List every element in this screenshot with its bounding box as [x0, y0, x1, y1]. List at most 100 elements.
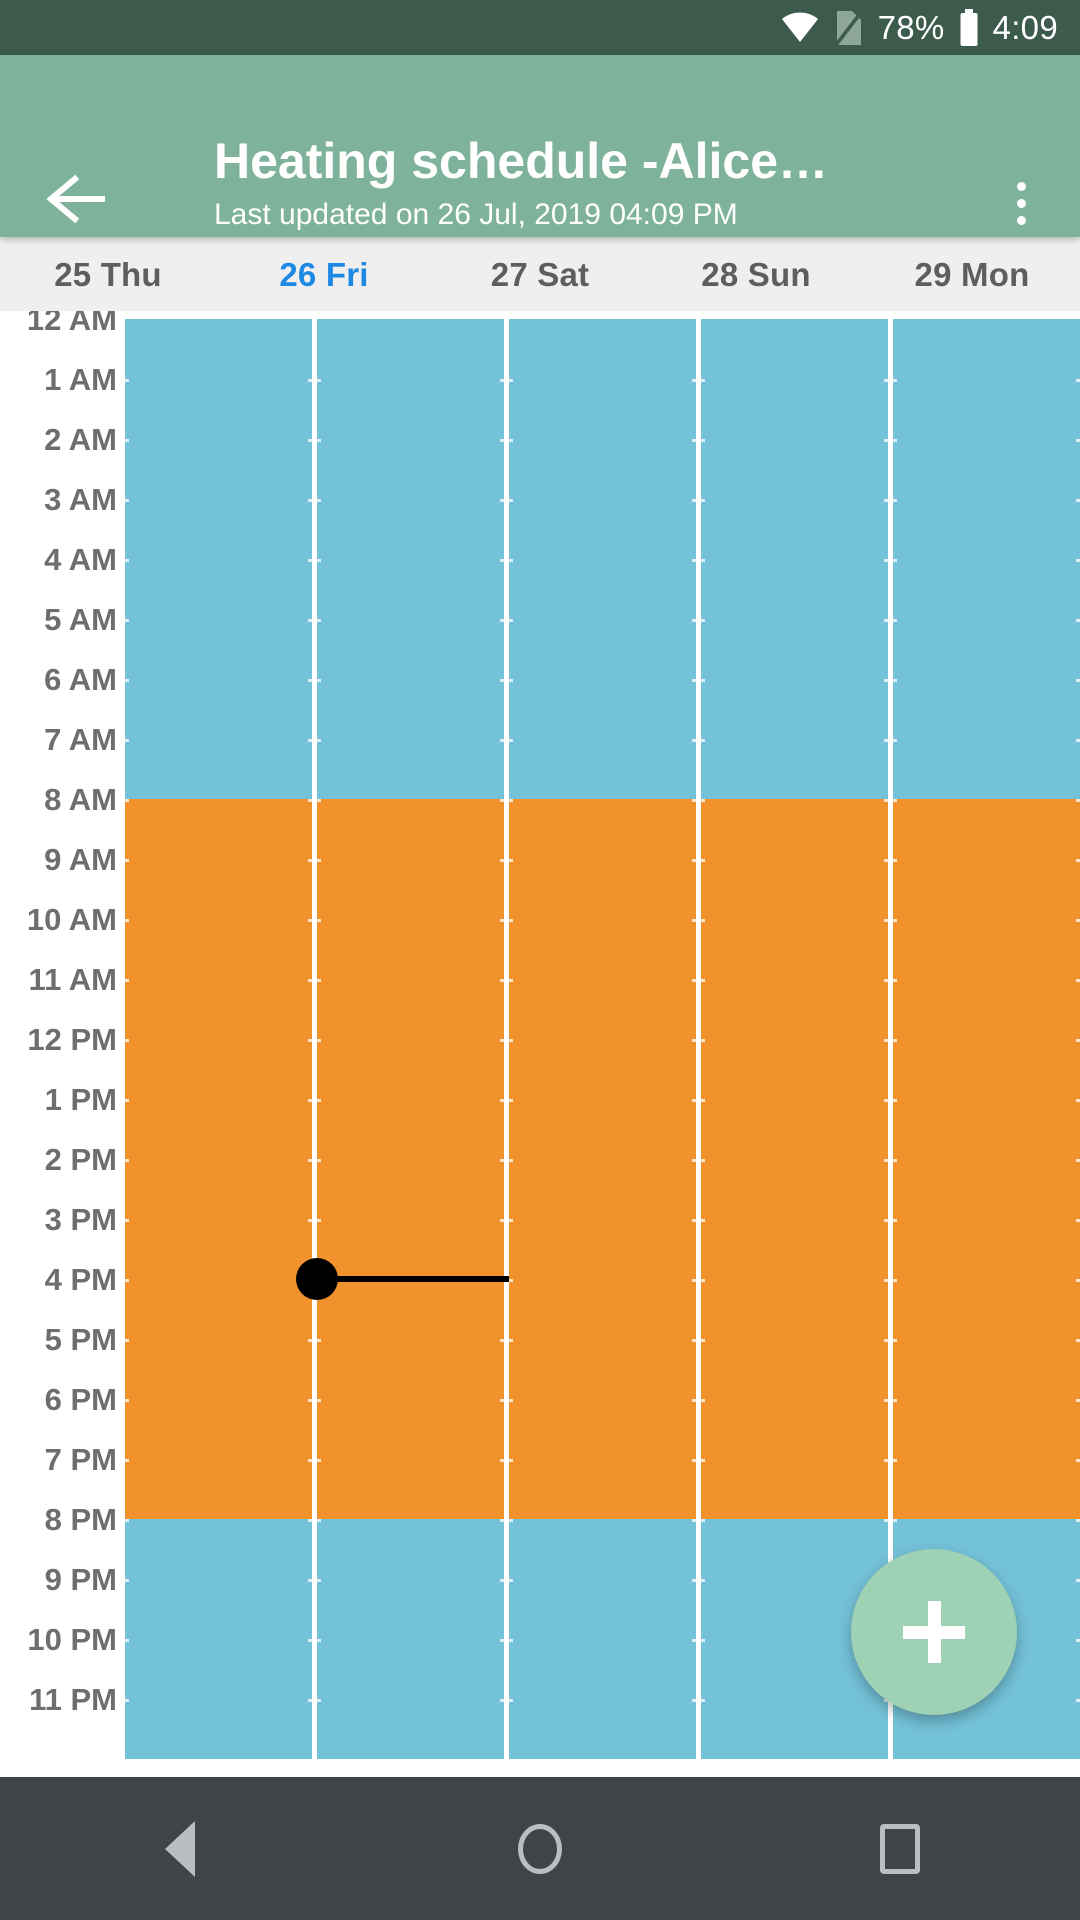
hour-tick — [701, 1399, 705, 1402]
hour-tick — [125, 1339, 129, 1342]
hour-tick — [884, 1039, 888, 1042]
schedule-segment-cool[interactable] — [893, 319, 1080, 799]
hour-tick — [893, 499, 897, 502]
hour-tick — [1076, 379, 1080, 382]
nav-home-button[interactable] — [465, 1777, 615, 1920]
day-column[interactable] — [125, 319, 312, 1759]
hour-tick — [701, 1159, 705, 1162]
hour-tick — [317, 1699, 321, 1702]
hour-tick — [701, 559, 705, 562]
hour-tick — [509, 1459, 513, 1462]
hour-label: 2 PM — [44, 1142, 117, 1177]
schedule-segment-heat[interactable] — [317, 799, 504, 1519]
hour-tick — [509, 1519, 513, 1522]
day-column[interactable] — [701, 319, 888, 1759]
day-column[interactable] — [893, 319, 1080, 1759]
hour-tick — [308, 1519, 312, 1522]
day-tab-0[interactable]: 25 Thu — [0, 258, 216, 291]
hour-label: 4 PM — [44, 1262, 117, 1297]
schedule-segment-heat[interactable] — [509, 799, 696, 1519]
hour-tick — [509, 559, 513, 562]
hour-tick — [893, 859, 897, 862]
hour-tick — [308, 1039, 312, 1042]
hour-tick — [125, 559, 129, 562]
hour-tick — [509, 919, 513, 922]
hour-tick — [692, 1099, 696, 1102]
schedule-segment-cool[interactable] — [125, 1519, 312, 1759]
hour-tick — [317, 439, 321, 442]
hour-tick — [893, 1039, 897, 1042]
hour-tick — [692, 1159, 696, 1162]
hour-tick — [500, 739, 504, 742]
hour-tick — [500, 1579, 504, 1582]
schedule-segment-heat[interactable] — [701, 799, 888, 1519]
hour-tick — [893, 1339, 897, 1342]
schedule-segment-heat[interactable] — [893, 799, 1080, 1519]
hour-tick — [317, 379, 321, 382]
hour-tick — [1076, 739, 1080, 742]
hour-tick — [308, 919, 312, 922]
hour-tick — [500, 1459, 504, 1462]
hour-tick — [500, 1099, 504, 1102]
nav-back-button[interactable] — [105, 1777, 255, 1920]
sim-missing-icon — [834, 9, 864, 47]
hour-tick — [1076, 1459, 1080, 1462]
hour-tick — [884, 1279, 888, 1282]
page-title: Heating schedule -Alice… — [214, 133, 829, 189]
hour-tick — [701, 619, 705, 622]
hour-tick — [701, 739, 705, 742]
day-tab-2[interactable]: 27 Sat — [432, 258, 648, 291]
day-tab-4[interactable]: 29 Mon — [864, 258, 1080, 291]
hour-label: 1 PM — [44, 1082, 117, 1117]
overflow-menu-icon — [1016, 181, 1026, 191]
hour-tick — [317, 679, 321, 682]
hour-tick — [692, 559, 696, 562]
hour-tick — [509, 379, 513, 382]
day-column[interactable] — [317, 319, 504, 1759]
hour-tick — [692, 1579, 696, 1582]
add-schedule-fab[interactable] — [851, 1549, 1017, 1715]
hour-tick — [125, 979, 129, 982]
day-tab-1[interactable]: 26 Fri — [216, 258, 432, 291]
hour-tick — [509, 859, 513, 862]
hour-tick — [692, 1519, 696, 1522]
hour-tick — [692, 1039, 696, 1042]
hour-tick — [1076, 1699, 1080, 1702]
hour-tick — [125, 1039, 129, 1042]
hour-tick — [692, 679, 696, 682]
day-column[interactable] — [509, 319, 696, 1759]
hour-label: 6 PM — [44, 1382, 117, 1417]
hour-label: 2 AM — [44, 422, 117, 457]
hour-tick — [308, 379, 312, 382]
hour-tick — [884, 1339, 888, 1342]
hour-tick — [893, 679, 897, 682]
hour-tick — [1076, 619, 1080, 622]
back-button[interactable] — [38, 163, 114, 239]
hour-tick — [1076, 979, 1080, 982]
hour-label: 1 AM — [44, 362, 117, 397]
hour-label: 9 AM — [44, 842, 117, 877]
schedule-segment-cool[interactable] — [701, 319, 888, 799]
schedule-segment-cool[interactable] — [317, 319, 504, 799]
schedule-segment-cool[interactable] — [125, 319, 312, 799]
hour-tick — [692, 1399, 696, 1402]
plus-icon — [927, 1601, 941, 1663]
nav-recents-button[interactable] — [825, 1777, 975, 1920]
marker-line[interactable] — [317, 1276, 509, 1282]
hour-label: 3 PM — [44, 1202, 117, 1237]
hour-tick — [509, 499, 513, 502]
hour-tick — [884, 379, 888, 382]
day-tab-3[interactable]: 28 Sun — [648, 258, 864, 291]
schedule-segment-cool[interactable] — [317, 1519, 504, 1759]
hour-tick — [692, 1639, 696, 1642]
day-tab-label: 27 Sat — [490, 255, 590, 293]
hour-tick — [500, 619, 504, 622]
hour-tick — [701, 379, 705, 382]
overflow-menu-button[interactable] — [988, 167, 1054, 239]
marker-handle[interactable] — [296, 1258, 338, 1300]
schedule-segment-cool[interactable] — [509, 319, 696, 799]
schedule-segment-heat[interactable] — [125, 799, 312, 1519]
schedule-segment-cool[interactable] — [509, 1519, 696, 1759]
hour-tick — [692, 1219, 696, 1222]
hour-tick — [509, 439, 513, 442]
